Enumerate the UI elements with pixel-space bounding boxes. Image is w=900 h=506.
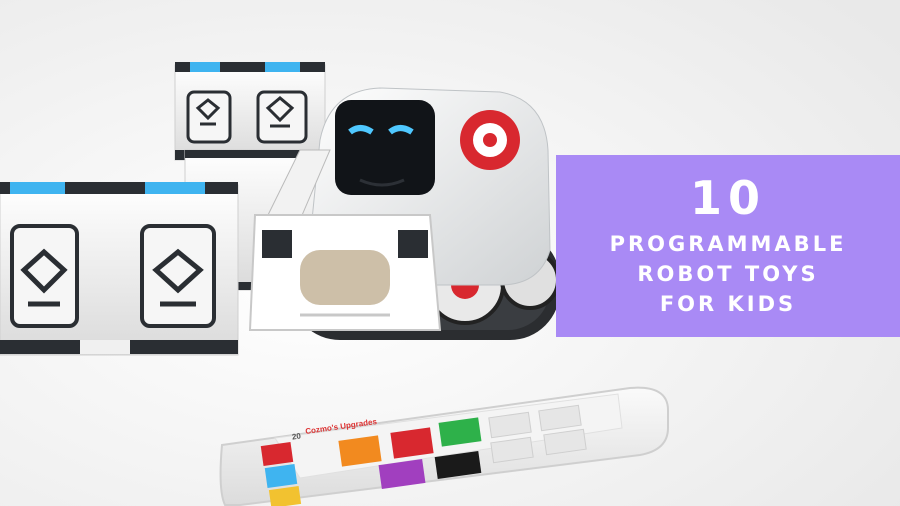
banner-line-2: ROBOT TOYS	[637, 262, 819, 286]
banner-line-1: PROGRAMMABLE	[609, 232, 847, 256]
title-banner: 10 PROGRAMMABLE ROBOT TOYS FOR KIDS	[556, 155, 900, 337]
phone-counter: 20	[291, 431, 302, 442]
back-cube	[174, 62, 326, 161]
banner-number: 10	[689, 171, 766, 225]
banner-line-3: FOR KIDS	[659, 292, 797, 316]
front-cube	[0, 182, 239, 356]
